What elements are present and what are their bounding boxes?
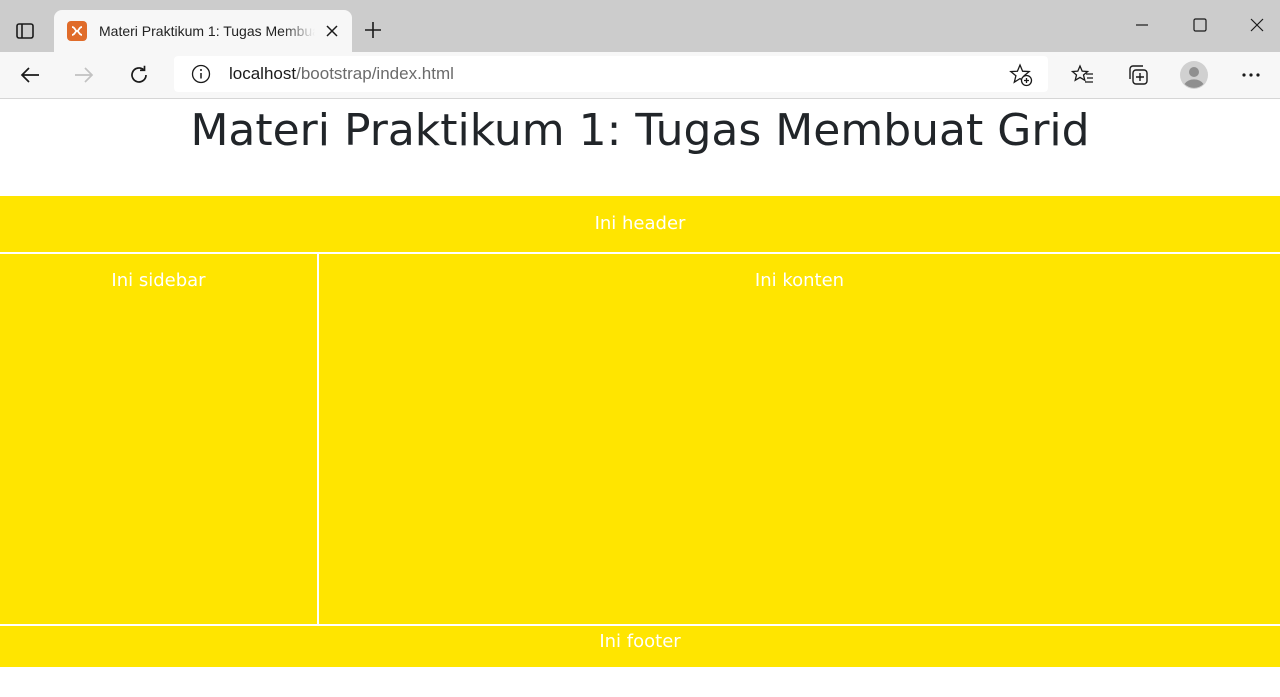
forward-button[interactable] (68, 59, 100, 91)
page-title: Materi Praktikum 1: Tugas Membuat Grid (190, 105, 1090, 156)
grid-sidebar: Ini sidebar (0, 254, 319, 624)
grid-content-label: Ini konten (754, 270, 845, 291)
xampp-favicon-icon (67, 21, 87, 41)
forward-arrow-icon (75, 67, 94, 83)
minimize-button[interactable] (1122, 10, 1162, 40)
refresh-icon (131, 65, 147, 83)
grid-footer-label: Ini footer (599, 631, 681, 652)
favorites-button[interactable] (1067, 59, 1099, 91)
tab-actions-button[interactable] (10, 16, 40, 46)
active-tab[interactable]: Materi Praktikum 1: Tugas Membuat Grid (54, 10, 352, 52)
grid-header: Ini header (0, 196, 1280, 254)
tab-close-button[interactable] (322, 21, 342, 41)
favorites-icon (1071, 64, 1093, 83)
grid-header-label: Ini header (594, 213, 686, 234)
add-favorite-button[interactable] (1008, 62, 1034, 88)
refresh-button[interactable] (123, 59, 155, 91)
info-icon (191, 64, 211, 84)
maximize-icon (1193, 18, 1207, 32)
url-text: localhost/bootstrap/index.html (229, 64, 454, 84)
collections-icon (1129, 65, 1148, 85)
back-arrow-icon (20, 67, 39, 83)
minimize-icon (1136, 24, 1148, 26)
profile-button[interactable] (1178, 59, 1210, 91)
back-button[interactable] (14, 59, 46, 91)
browser-title-bar: Materi Praktikum 1: Tugas Membuat Grid (0, 0, 1280, 52)
url-host: localhost (229, 64, 297, 83)
tab-actions-icon (16, 23, 34, 39)
tab-title: Materi Praktikum 1: Tugas Membuat Grid (99, 23, 315, 39)
window-close-icon (1250, 18, 1264, 32)
address-bar[interactable]: localhost/bootstrap/index.html (174, 56, 1048, 92)
url-path: /bootstrap/index.html (296, 64, 454, 83)
more-button[interactable] (1235, 59, 1267, 91)
profile-avatar-icon (1180, 61, 1208, 89)
grid-content: Ini konten (319, 254, 1280, 624)
collections-button[interactable] (1122, 59, 1154, 91)
grid-sidebar-label: Ini sidebar (111, 270, 206, 291)
close-icon (326, 25, 338, 37)
browser-toolbar: localhost/bootstrap/index.html (0, 52, 1280, 99)
site-info-button[interactable] (191, 64, 211, 84)
more-icon (1242, 73, 1260, 77)
plus-icon (365, 22, 381, 38)
maximize-button[interactable] (1180, 10, 1220, 40)
grid-footer: Ini footer (0, 624, 1280, 667)
window-close-button[interactable] (1237, 10, 1277, 40)
new-tab-button[interactable] (358, 15, 388, 45)
add-favorite-icon (1009, 63, 1033, 87)
